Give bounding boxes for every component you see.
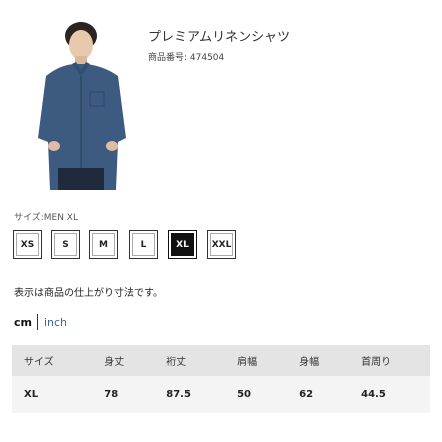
unit-divider [36,314,38,330]
size-table: サイズ 身丈 裄丈 肩幅 身幅 首周り XL 78 87.5 50 62 44.… [12,345,430,413]
table-cell: 50 [237,389,252,400]
size-option-label: S [54,233,77,256]
product-title: プレミアムリネンシャツ [148,30,291,45]
table-cell: 78 [104,389,119,400]
table-cell: 44.5 [361,389,386,400]
product-image [26,18,134,190]
column-header: 裄丈 [166,357,187,368]
size-option-xl[interactable]: XL [168,230,197,259]
size-option-l[interactable]: L [129,230,158,259]
table-header-row: サイズ 身丈 裄丈 肩幅 身幅 首周り [12,345,430,376]
product-id: 商品番号: 474504 [148,53,225,63]
table-row: XL 78 87.5 50 62 44.5 [12,376,430,413]
size-option-s[interactable]: S [51,230,80,259]
table-cell: 62 [299,389,314,400]
unit-toggle: cm inch [14,314,67,330]
column-header: サイズ [24,357,54,368]
size-option-m[interactable]: M [89,230,118,259]
size-option-label: L [132,233,155,256]
table-cell: 87.5 [166,389,191,400]
measurement-note: 表示は商品の仕上がり寸法です。 [14,288,163,299]
size-option-label: XL [171,233,194,256]
size-option-xxl[interactable]: XXL [207,230,236,259]
unit-cm-button[interactable]: cm [14,316,32,329]
unit-inch-button[interactable]: inch [44,316,67,329]
size-option-xs[interactable]: XS [13,230,42,259]
column-header: 肩幅 [237,357,258,368]
size-option-label: M [92,233,115,256]
table-cell: XL [24,389,39,400]
size-option-label: XXL [210,233,233,256]
column-header: 首周り [361,357,392,368]
size-option-label: XS [16,233,39,256]
size-selection-label: サイズ:MEN XL [14,213,78,223]
column-header: 身幅 [299,357,320,368]
column-header: 身丈 [104,357,125,368]
